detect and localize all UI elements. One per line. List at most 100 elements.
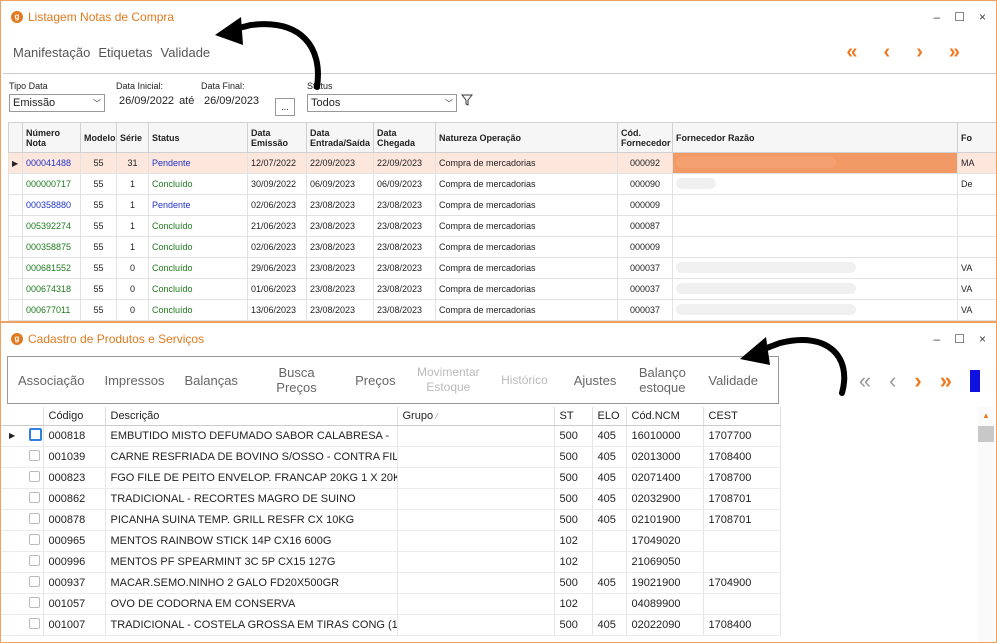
column-header[interactable]: Código [43, 407, 106, 426]
column-header[interactable]: Data Emissão [247, 122, 307, 153]
row-select-cell[interactable] [1, 446, 44, 468]
table-row[interactable]: 000677011 55 0 Concluído 13/06/2023 23/08/202… [8, 299, 996, 321]
first-record-icon[interactable]: « [846, 41, 857, 64]
busca-precos-button[interactable]: Busca Preços [258, 365, 335, 395]
minimize-icon[interactable]: – [934, 332, 941, 346]
close-icon[interactable]: × [979, 10, 986, 24]
row-checkbox[interactable] [29, 596, 40, 608]
column-header[interactable]: Natureza Operação [435, 122, 618, 153]
column-header[interactable]: Status [148, 122, 248, 153]
column-header[interactable]: Fornecedor Razão [672, 122, 958, 153]
column-header[interactable]: Série [116, 122, 149, 153]
manifestacao-button[interactable]: Manifestação [13, 45, 90, 60]
column-header[interactable]: ST [554, 407, 593, 426]
ajustes-button[interactable]: Ajustes [574, 373, 617, 388]
column-header[interactable]: Fo [957, 122, 996, 153]
row-select-cell[interactable] [1, 572, 44, 594]
row-select-cell[interactable] [1, 509, 44, 531]
etiquetas-button[interactable]: Etiquetas [98, 45, 152, 60]
table-row[interactable]: 000878 PICANHA SUINA TEMP. GRILL RESFR CX… [1, 509, 781, 531]
balanco-estoque-button[interactable]: Balanço estoque [636, 365, 688, 395]
movimentar-estoque-button[interactable]: Movimentar Estoque [416, 365, 481, 395]
maximize-icon[interactable]: ☐ [954, 332, 965, 346]
historico-button[interactable]: Histórico [501, 373, 548, 388]
scroll-up-icon[interactable]: ▲ [978, 411, 994, 420]
table-row[interactable]: 000965 MENTOS RAINBOW STICK 14P CX16 600G… [1, 530, 781, 552]
row-checkbox[interactable] [29, 470, 40, 482]
tipo-data-select[interactable]: Emissão ﹀ [9, 94, 105, 112]
associacao-button[interactable]: Associação [18, 373, 84, 388]
prev-record-icon[interactable]: ‹ [889, 368, 896, 394]
fo-cell: MA [957, 152, 996, 174]
column-header[interactable]: CEST [703, 407, 781, 426]
ncm-cell: 17049020 [626, 530, 704, 552]
row-select-cell[interactable] [1, 614, 44, 636]
row-checkbox[interactable] [29, 512, 40, 524]
row-select-cell[interactable] [1, 488, 44, 510]
first-record-icon[interactable]: « [859, 368, 871, 394]
column-header[interactable]: Cód. Fornecedor [617, 122, 673, 153]
close-icon[interactable]: × [979, 332, 986, 346]
row-select-cell[interactable] [1, 551, 44, 573]
column-header[interactable]: Descrição [105, 407, 398, 426]
column-header[interactable]: Modelo [80, 122, 117, 153]
next-record-icon[interactable]: › [916, 41, 923, 64]
codigo-cell: 000996 [43, 551, 106, 573]
table-row[interactable]: 000862 TRADICIONAL - RECORTES MAGRO DE SU… [1, 488, 781, 510]
column-header[interactable]: Data Chegada [373, 122, 436, 153]
filter-icon[interactable] [460, 94, 474, 106]
numero-cell: 000674318 [22, 278, 81, 300]
row-checkbox[interactable] [29, 491, 40, 503]
minimize-icon[interactable]: – [934, 10, 941, 24]
table-row[interactable]: 001039 CARNE RESFRIADA DE BOVINO S/OSSO -… [1, 446, 781, 468]
table-row[interactable]: ▶ 000041488 55 31 Pendente 12/07/2022 22/09/20… [8, 152, 996, 174]
date-picker-button[interactable]: ... [275, 98, 295, 116]
row-checkbox[interactable] [29, 427, 42, 441]
table-row[interactable]: 000823 FGO FILE DE PEITO ENVELOP. FRANCAP… [1, 467, 781, 489]
grupo-cell [397, 488, 555, 510]
row-checkbox[interactable] [29, 449, 40, 461]
entrada-cell: 23/08/2023 [306, 236, 374, 258]
table-row[interactable]: 000996 MENTOS PF SPEARMINT 3C 5P CX15 127… [1, 551, 781, 573]
last-record-icon[interactable]: » [949, 41, 960, 64]
validade-button[interactable]: Validade [161, 45, 211, 60]
data-inicial-input[interactable]: 26/09/2022 [116, 94, 177, 108]
balancas-button[interactable]: Balanças [184, 373, 237, 388]
maximize-icon[interactable]: ☐ [954, 10, 965, 24]
table-row[interactable]: 001007 TRADICIONAL - COSTELA GROSSA EM TI… [1, 614, 781, 636]
table-row[interactable]: 000358875 55 1 Concluído 02/06/2023 23/08/202… [8, 236, 996, 258]
impressos-button[interactable]: Impressos [104, 373, 164, 388]
row-select-cell[interactable] [1, 593, 44, 615]
last-record-icon[interactable]: » [940, 368, 952, 394]
row-select-cell[interactable] [1, 530, 44, 552]
table-row[interactable]: 005392274 55 1 Concluído 21/06/2023 23/08/202… [8, 215, 996, 237]
status-cell: Concluído [148, 278, 248, 300]
row-select-cell[interactable] [1, 467, 44, 489]
row-checkbox[interactable] [29, 554, 40, 566]
row-checkbox[interactable] [29, 617, 40, 629]
column-header[interactable]: Data Entrada/Saída [306, 122, 374, 153]
column-header[interactable]: Número Nota [22, 122, 81, 153]
row-indicator [8, 236, 23, 258]
scroll-thumb[interactable] [978, 426, 994, 442]
table-row[interactable]: 000358880 55 1 Pendente 02/06/2023 23/08/2023… [8, 194, 996, 216]
precos-button[interactable]: Preços [355, 373, 395, 388]
prev-record-icon[interactable]: ‹ [884, 41, 891, 64]
table-row[interactable]: 000681552 55 0 Concluído 29/06/2023 23/08/202… [8, 257, 996, 279]
row-checkbox[interactable] [29, 575, 40, 587]
column-header[interactable]: Cód.NCM [626, 407, 704, 426]
column-header[interactable]: ELO [592, 407, 627, 426]
status-select[interactable]: Todos ﹀ [307, 94, 457, 112]
next-record-icon[interactable]: › [914, 368, 921, 394]
row-checkbox[interactable] [29, 533, 40, 545]
row-select-cell[interactable]: ▶ [1, 425, 44, 447]
vertical-scrollbar[interactable]: ▲ [978, 407, 994, 642]
column-header[interactable]: Grupo ⁄ [397, 407, 555, 426]
data-final-input[interactable]: 26/09/2023 [201, 94, 262, 108]
table-row[interactable]: ▶ 000818 EMBUTIDO MISTO DEFUMADO SABOR CAL… [1, 425, 781, 447]
table-row[interactable]: 000000717 55 1 Concluído 30/09/2022 06/09/202… [8, 173, 996, 195]
table-row[interactable]: 000937 MACAR.SEMO.NINHO 2 GALO FD20X500GR… [1, 572, 781, 594]
window-title: Cadastro de Produtos e Serviços [28, 332, 205, 346]
table-row[interactable]: 000674318 55 0 Concluído 01/06/2023 23/08/202… [8, 278, 996, 300]
table-row[interactable]: 001057 OVO DE CODORNA EM CONSERVA 102 04089… [1, 593, 781, 615]
